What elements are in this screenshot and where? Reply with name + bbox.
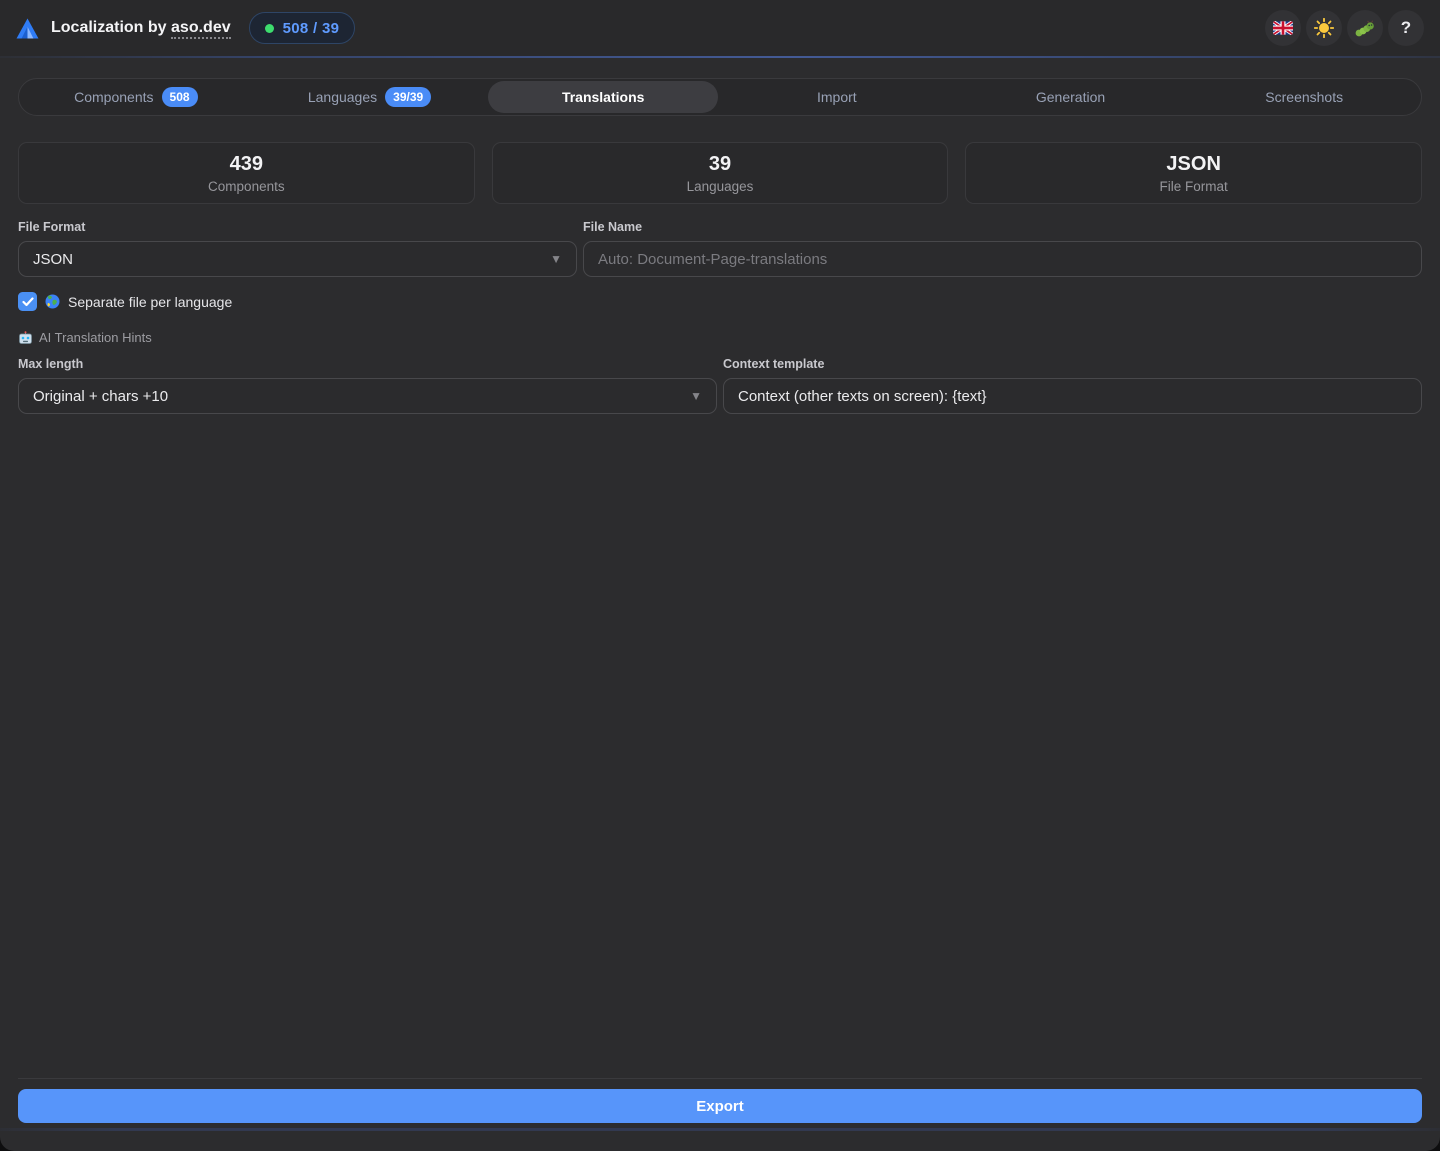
max-length-value: Original + chars +10 [33,388,690,405]
chevron-down-icon: ▼ [690,389,702,403]
app-header: Localization by aso.dev 508 / 39 [0,0,1440,56]
uk-flag-icon [1273,21,1293,35]
max-length-field-group: Max length Original + chars +10 ▼ [18,357,717,414]
tab-label: Components [74,89,153,105]
stat-label: Languages [687,179,754,194]
stat-value: 439 [230,153,263,176]
stat-label: Components [208,179,285,194]
tab-components[interactable]: Components 508 [21,81,251,113]
file-format-select[interactable]: JSON ▼ [18,241,577,277]
separate-file-checkbox-label: Separate file per language [68,294,232,310]
tab-label: Generation [1036,89,1105,105]
main-tabbar: Components 508 Languages 39/39 Translati… [18,78,1422,116]
main-content: Components 508 Languages 39/39 Translati… [0,58,1440,1123]
check-icon [22,297,34,307]
file-name-input[interactable] [583,241,1422,277]
tab-count-badge: 39/39 [385,87,431,106]
window-bottom-divider [0,1128,1440,1131]
stat-card-languages: 39 Languages [492,142,949,204]
content-spacer [18,414,1422,1078]
stat-label: File Format [1160,179,1228,194]
status-badge: 508 / 39 [249,12,356,44]
tab-import[interactable]: Import [722,81,952,113]
help-button[interactable]: ? [1388,10,1424,46]
max-length-label: Max length [18,357,717,371]
status-badge-count: 508 / 39 [283,20,340,37]
window-bottom-strip [0,1123,1440,1151]
stat-card-file-format: JSON File Format [965,142,1422,204]
context-template-input[interactable] [723,378,1422,414]
theme-toggle-button[interactable] [1306,10,1342,46]
tab-generation[interactable]: Generation [956,81,1186,113]
separate-file-checkbox[interactable] [18,292,37,311]
file-name-field-group: File Name [583,220,1422,277]
tab-translations[interactable]: Translations [488,81,718,113]
stat-value: JSON [1166,153,1220,176]
app-window: Localization by aso.dev 508 / 39 [0,0,1440,1151]
page-title: Localization by aso.dev [51,19,231,37]
stat-value: 39 [709,153,731,176]
file-name-label: File Name [583,220,1422,234]
sun-icon [1314,18,1334,38]
export-footer: Export [18,1078,1422,1123]
tab-label: Languages [308,89,377,105]
export-button[interactable]: Export [18,1089,1422,1123]
ai-hints-section-label: AI Translation Hints [39,330,152,345]
ai-hints-fields-row: Max length Original + chars +10 ▼ Contex… [18,357,1422,414]
context-template-field-group: Context template [723,357,1422,414]
ai-hints-section-header: AI Translation Hints [18,330,1422,345]
max-length-select[interactable]: Original + chars +10 ▼ [18,378,717,414]
tab-label: Translations [562,89,644,105]
status-dot-icon [265,24,274,33]
stats-row: 439 Components 39 Languages JSON File Fo… [18,142,1422,204]
app-logo-icon [16,18,39,39]
help-icon: ? [1401,18,1411,38]
tab-label: Screenshots [1265,89,1343,105]
robot-icon [18,331,33,345]
context-template-label: Context template [723,357,1422,371]
tab-label: Import [817,89,857,105]
title-prefix: Localization by [51,19,167,36]
tab-screenshots[interactable]: Screenshots [1189,81,1419,113]
globe-icon [45,294,60,309]
bug-report-button[interactable] [1347,10,1383,46]
file-format-field-group: File Format JSON ▼ [18,220,577,277]
tab-languages[interactable]: Languages 39/39 [255,81,485,113]
title-domain-link[interactable]: aso.dev [171,19,231,39]
language-flag-button[interactable] [1265,10,1301,46]
tab-count-badge: 508 [162,87,198,106]
file-format-value: JSON [33,251,550,268]
file-format-label: File Format [18,220,577,234]
chevron-down-icon: ▼ [550,252,562,266]
caterpillar-icon [1355,20,1376,37]
separate-file-checkbox-row[interactable]: Separate file per language [18,292,1422,311]
stat-card-components: 439 Components [18,142,475,204]
file-options-row: File Format JSON ▼ File Name [18,220,1422,277]
